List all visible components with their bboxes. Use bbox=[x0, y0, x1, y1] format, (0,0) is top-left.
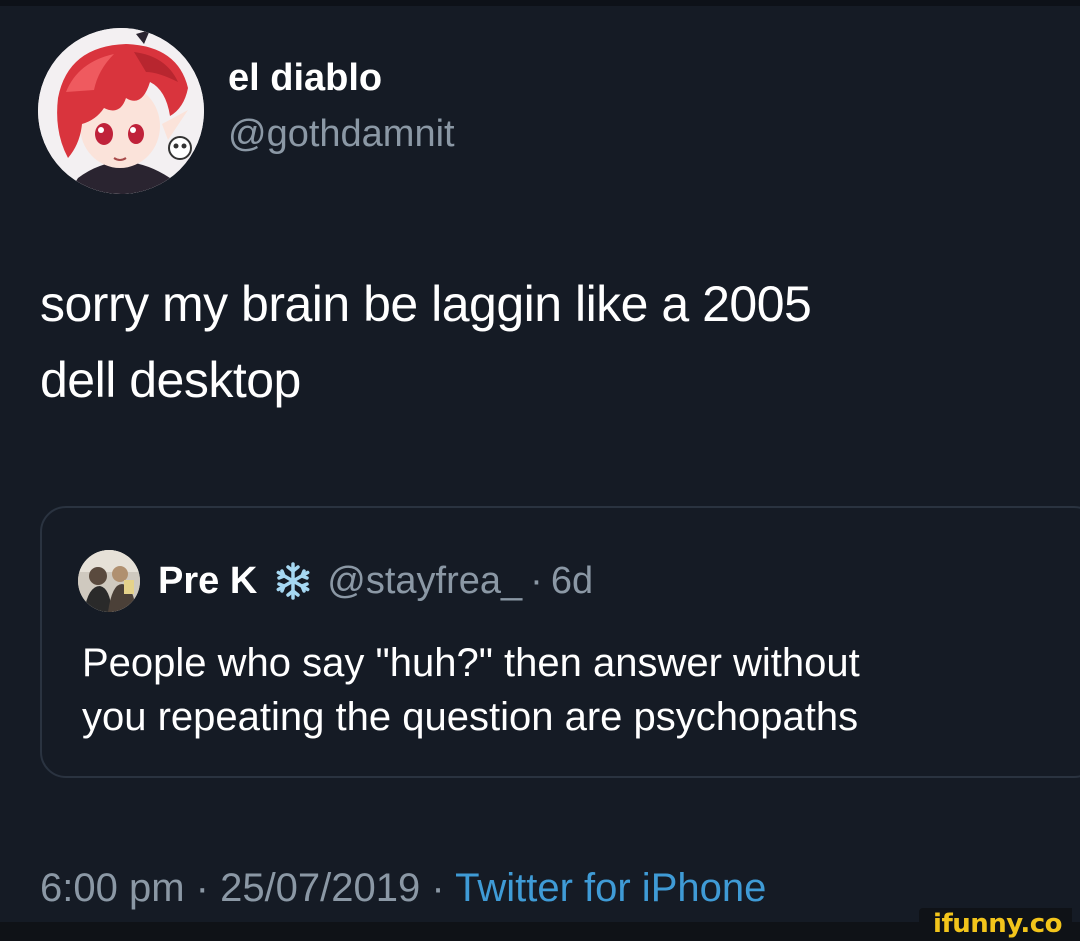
tweet-text-line: sorry my brain be laggin like a 2005 bbox=[40, 276, 812, 332]
tweet: el diablo @gothdamnit sorry my brain be … bbox=[0, 0, 1080, 941]
quote-header: Pre K @stayfrea_ · 6d bbox=[158, 558, 593, 604]
tweet-text: sorry my brain be laggin like a 2005 del… bbox=[40, 266, 1050, 418]
meta-separator: · bbox=[420, 866, 456, 910]
tweet-text-line: dell desktop bbox=[40, 352, 301, 408]
quote-author-name[interactable]: Pre K bbox=[158, 560, 257, 603]
snowflake-icon bbox=[276, 562, 310, 600]
watermark: ifunny.co bbox=[919, 908, 1072, 940]
quote-text-line: People who say "huh?" then answer withou… bbox=[82, 641, 860, 685]
author-handle[interactable]: @gothdamnit bbox=[228, 112, 455, 156]
photo-avatar-icon bbox=[78, 550, 140, 612]
tweet-source-link[interactable]: Twitter for iPhone bbox=[455, 866, 766, 910]
quote-avatar[interactable] bbox=[78, 550, 140, 612]
quote-text: People who say "huh?" then answer withou… bbox=[82, 636, 1062, 744]
tweet-date[interactable]: 25/07/2019 bbox=[220, 866, 420, 910]
anime-avatar-icon bbox=[38, 28, 204, 194]
meta-separator: · bbox=[184, 866, 221, 910]
quote-author-handle[interactable]: @stayfrea_ bbox=[327, 560, 522, 603]
tweet-time[interactable]: 6:00 pm bbox=[40, 866, 185, 910]
tweet-meta: 6:00 pm · 25/07/2019 · Twitter for iPhon… bbox=[40, 860, 766, 916]
quote-timestamp[interactable]: 6d bbox=[551, 560, 593, 603]
watermark-bar bbox=[0, 922, 1080, 941]
author-name[interactable]: el diablo bbox=[228, 56, 382, 100]
quote-separator: · bbox=[530, 559, 543, 602]
author-avatar[interactable] bbox=[38, 28, 204, 194]
quote-text-line: you repeating the question are psychopat… bbox=[82, 695, 859, 739]
